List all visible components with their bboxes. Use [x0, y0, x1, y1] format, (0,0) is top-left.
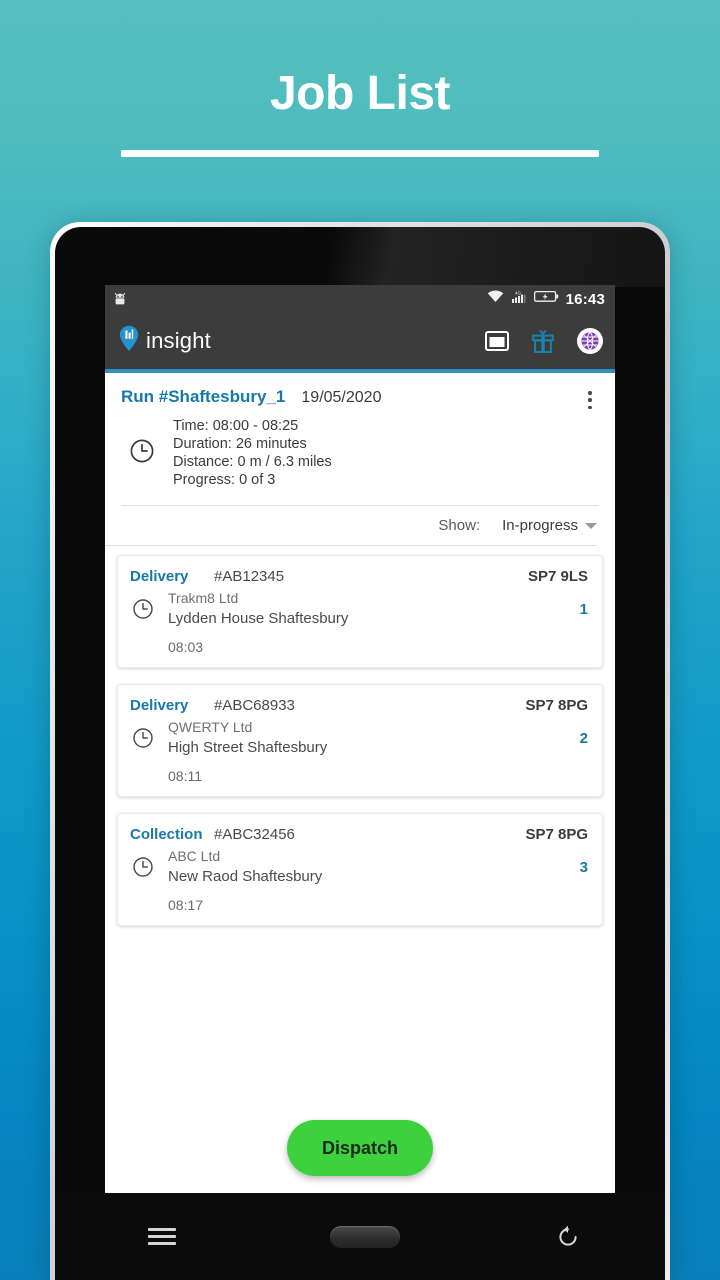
job-sequence: 2	[579, 729, 588, 747]
job-card-header: Delivery #AB12345 SP7 9LS	[130, 568, 588, 585]
hardware-back-icon[interactable]	[533, 1214, 603, 1260]
wifi-icon	[487, 290, 504, 308]
filter-row: Show: In-progress	[105, 506, 615, 545]
job-postcode: SP7 8PG	[525, 697, 588, 714]
job-sequence: 1	[579, 600, 588, 618]
job-list-content: Run #Shaftesbury_1 19/05/2020 Time: 08:0…	[105, 373, 615, 1198]
insight-pin-logo-icon	[119, 325, 139, 357]
run-header: Run #Shaftesbury_1 19/05/2020 Time: 08:0…	[105, 373, 615, 489]
app-bar-actions	[485, 328, 603, 354]
clock-icon	[130, 598, 162, 620]
job-time: 08:11	[168, 768, 202, 784]
job-reference: #AB12345	[214, 568, 285, 585]
run-title-row: Run #Shaftesbury_1 19/05/2020	[121, 387, 599, 407]
status-bar: 4G 16:43	[105, 285, 615, 313]
app-brand-name: insight	[146, 328, 211, 353]
job-reference: #ABC32456	[214, 826, 295, 843]
job-type: Collection	[130, 826, 203, 843]
job-street: New Raod Shaftesbury	[168, 868, 323, 885]
job-company: Trakm8 Ltd	[168, 590, 239, 606]
dispatch-area: Dispatch	[105, 1120, 615, 1176]
clock-icon	[130, 727, 162, 749]
status-bar-right: 4G 16:43	[487, 290, 605, 308]
run-name[interactable]: Run #Shaftesbury_1	[121, 387, 285, 407]
job-address-block: ABC Ltd New Raod Shaftesbury	[162, 847, 580, 887]
page-title: Job List	[269, 67, 451, 120]
hardware-menu-icon[interactable]	[127, 1214, 197, 1260]
job-card-body: QWERTY Ltd High Street Shaftesbury 2	[130, 718, 588, 758]
job-company: ABC Ltd	[168, 848, 221, 864]
page-header: Job List	[0, 0, 720, 157]
device-screen: 4G 16:43 insight Run #Shaftesbury_1 19/0…	[105, 285, 615, 1198]
status-bar-left	[113, 292, 487, 307]
status-bar-clock: 16:43	[565, 290, 605, 308]
run-distance: Distance: 0 m / 6.3 miles	[173, 454, 332, 470]
job-time: 08:17	[168, 897, 204, 913]
job-type: Delivery	[130, 697, 189, 714]
job-card-header: Collection #ABC32456 SP7 8PG	[130, 826, 588, 843]
gift-icon[interactable]	[532, 329, 554, 353]
svg-text:4G: 4G	[515, 291, 521, 296]
filter-dropdown[interactable]: In-progress	[502, 517, 597, 534]
clock-icon	[129, 438, 155, 469]
run-time: Time: 08:00 - 08:25	[173, 418, 299, 434]
menu-lines	[147, 1228, 176, 1245]
clock-icon	[130, 856, 162, 878]
job-address-block: Trakm8 Ltd Lydden House Shaftesbury	[162, 589, 580, 629]
filter-value: In-progress	[502, 517, 578, 534]
job-postcode: SP7 9LS	[527, 568, 588, 585]
app-brand: insight	[119, 325, 485, 357]
job-company: QWERTY Ltd	[168, 719, 253, 735]
run-progress: Progress: 0 of 3	[173, 472, 276, 488]
job-card[interactable]: Delivery #AB12345 SP7 9LS Trakm8 Ltd Lyd…	[117, 555, 603, 668]
job-card-body: ABC Ltd New Raod Shaftesbury 3	[130, 847, 588, 887]
title-divider	[121, 149, 599, 157]
bezel-glare	[55, 227, 665, 287]
kebab-menu-icon[interactable]	[581, 389, 599, 411]
job-card-list: Delivery #AB12345 SP7 9LS Trakm8 Ltd Lyd…	[105, 546, 615, 926]
job-street: Lydden House Shaftesbury	[168, 610, 349, 627]
job-postcode: SP7 8PG	[525, 826, 588, 843]
device-hardware-bar	[60, 1193, 665, 1280]
home-pill	[329, 1225, 400, 1248]
job-card[interactable]: Delivery #ABC68933 SP7 8PG QWERTY Ltd Hi…	[117, 684, 603, 797]
job-card-header: Delivery #ABC68933 SP7 8PG	[130, 697, 588, 714]
job-time: 08:03	[168, 639, 204, 655]
run-date: 19/05/2020	[301, 389, 382, 406]
window-icon[interactable]	[485, 331, 509, 351]
tablet-device: 4G 16:43 insight Run #Shaftesbury_1 19/0…	[50, 222, 670, 1280]
job-reference: #ABC68933	[214, 697, 295, 714]
dispatch-button[interactable]: Dispatch	[287, 1120, 433, 1176]
run-meta: Time: 08:00 - 08:25 Duration: 26 minutes…	[121, 417, 599, 489]
chevron-down-icon	[585, 522, 597, 529]
android-robot-icon	[113, 292, 130, 307]
job-card[interactable]: Collection #ABC32456 SP7 8PG ABC Ltd New…	[117, 813, 603, 926]
run-meta-lines: Time: 08:00 - 08:25 Duration: 26 minutes…	[173, 417, 332, 489]
globe-avatar-icon[interactable]	[577, 328, 603, 354]
job-card-body: Trakm8 Ltd Lydden House Shaftesbury 1	[130, 589, 588, 629]
job-sequence: 3	[579, 858, 588, 876]
filter-label: Show:	[438, 517, 481, 534]
job-type: Delivery	[130, 568, 189, 585]
run-duration: Duration: 26 minutes	[173, 436, 307, 452]
job-address-block: QWERTY Ltd High Street Shaftesbury	[162, 718, 580, 758]
hardware-home-button[interactable]	[329, 1214, 400, 1260]
battery-charging-icon	[533, 290, 559, 308]
tablet-bezel: 4G 16:43 insight Run #Shaftesbury_1 19/0…	[55, 227, 665, 1280]
app-bar: insight	[105, 313, 615, 369]
job-street: High Street Shaftesbury	[168, 739, 328, 756]
cellular-4g-icon: 4G	[511, 290, 527, 308]
